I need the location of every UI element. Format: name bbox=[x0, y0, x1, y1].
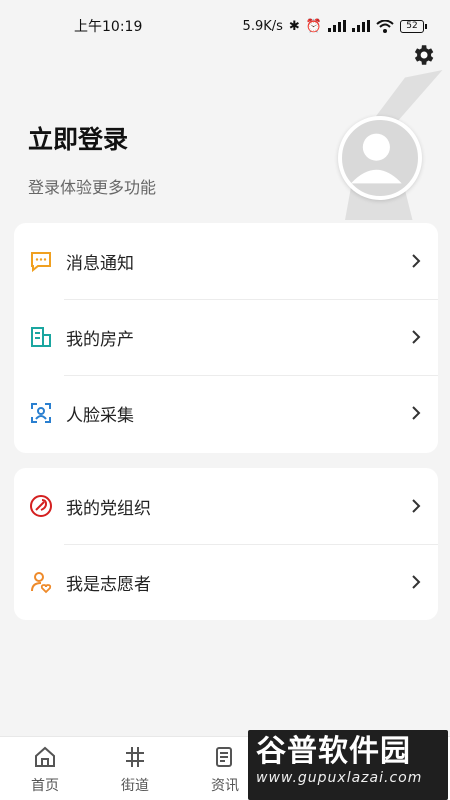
nav-item-street[interactable]: 街道 bbox=[90, 737, 180, 800]
watermark-url: www.gupuxlazai.com bbox=[256, 770, 423, 786]
chevron-right-icon bbox=[412, 575, 421, 589]
chevron-right-icon bbox=[412, 499, 421, 513]
nav-label: 首页 bbox=[31, 778, 59, 794]
nav-label: 资讯 bbox=[211, 778, 239, 794]
news-icon bbox=[216, 747, 232, 767]
watermark-title: 谷普软件园 bbox=[256, 734, 411, 769]
menu-label: 人脸采集 bbox=[66, 405, 134, 426]
message-icon bbox=[28, 248, 54, 274]
gear-icon[interactable] bbox=[410, 42, 436, 68]
menu-item-volunteer[interactable]: 我是志愿者 bbox=[14, 544, 438, 620]
menu-label: 消息通知 bbox=[66, 253, 134, 274]
user-avatar-icon bbox=[351, 133, 402, 184]
watermark-overlay: 谷普软件园 www.gupuxlazai.com bbox=[248, 730, 448, 800]
chevron-right-icon bbox=[412, 254, 421, 268]
status-bar: 上午10:19 5.9K/s ✱ ⏰ 52 bbox=[0, 0, 450, 52]
signal-icon bbox=[328, 20, 346, 32]
street-icon bbox=[126, 747, 144, 767]
avatar[interactable] bbox=[338, 116, 422, 200]
menu-item-messages[interactable]: 消息通知 bbox=[14, 223, 438, 299]
volunteer-icon bbox=[28, 569, 54, 595]
menu-card-secondary: 我的党组织 我是志愿者 bbox=[14, 468, 438, 620]
menu-label: 我的房产 bbox=[66, 329, 134, 350]
wifi-icon bbox=[376, 19, 394, 33]
menu-item-face-capture[interactable]: 人脸采集 bbox=[14, 375, 438, 451]
menu-card-primary: 消息通知 我的房产 人脸采集 bbox=[14, 223, 438, 453]
chevron-right-icon bbox=[412, 330, 421, 344]
login-subtitle: 登录体验更多功能 bbox=[28, 178, 157, 197]
building-icon bbox=[28, 324, 54, 350]
alarm-icon: ⏰ bbox=[305, 18, 322, 34]
signal-icon-2 bbox=[352, 20, 370, 32]
menu-label: 我的党组织 bbox=[66, 498, 151, 519]
home-icon bbox=[35, 746, 55, 767]
battery-icon: 52 bbox=[400, 19, 427, 33]
status-time: 上午10:19 bbox=[74, 19, 143, 35]
menu-item-property[interactable]: 我的房产 bbox=[14, 299, 438, 375]
nav-item-home[interactable]: 首页 bbox=[0, 737, 90, 800]
bluetooth-icon: ✱ bbox=[288, 18, 300, 34]
status-icons: 5.9K/s ✱ ⏰ 52 bbox=[242, 18, 427, 34]
login-title[interactable]: 立即登录 bbox=[28, 120, 128, 156]
menu-item-party-org[interactable]: 我的党组织 bbox=[14, 468, 438, 544]
party-icon bbox=[28, 493, 54, 519]
menu-label: 我是志愿者 bbox=[66, 574, 151, 595]
face-scan-icon bbox=[28, 400, 54, 426]
network-speed: 5.9K/s bbox=[242, 18, 283, 34]
nav-label: 街道 bbox=[121, 778, 149, 794]
chevron-right-icon bbox=[412, 406, 421, 420]
